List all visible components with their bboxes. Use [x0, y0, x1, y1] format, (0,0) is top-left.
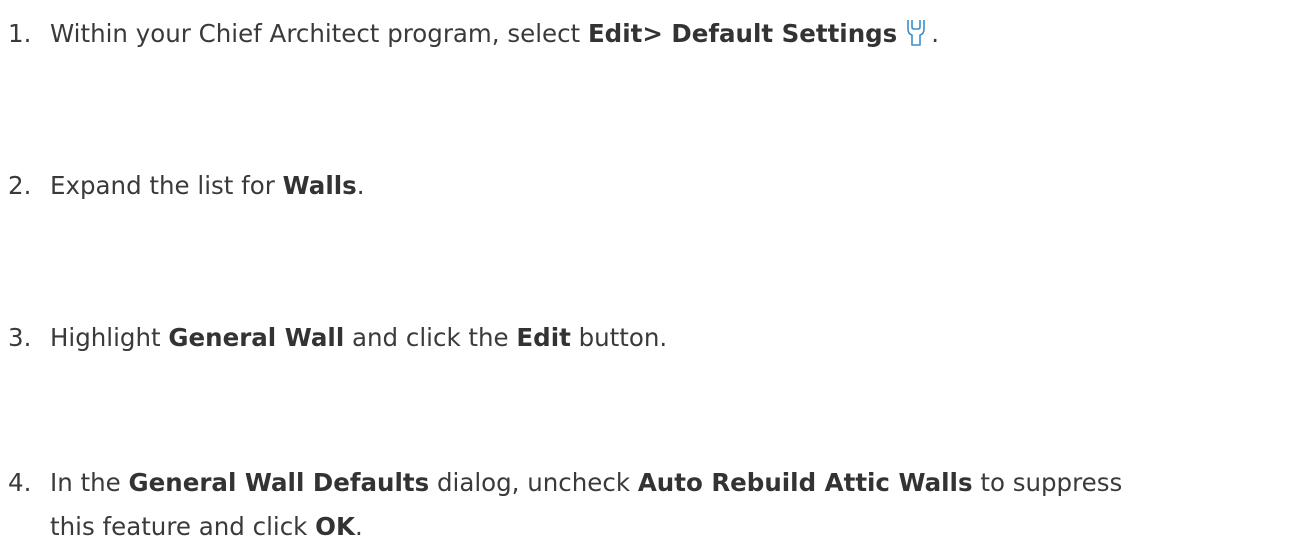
step-number: 4. — [8, 468, 32, 497]
step-text: In the — [50, 468, 129, 497]
step-text-mid: dialog, uncheck — [429, 468, 638, 497]
dialog-name: General Wall Defaults — [128, 468, 430, 497]
step-text-mid: and click the — [344, 323, 517, 352]
step-number: 3. — [8, 323, 32, 352]
menu-path: Edit> Default Settings — [587, 19, 898, 48]
step-4-line-2: this feature and click OK. — [8, 505, 1298, 549]
step-text-end: button. — [570, 323, 668, 352]
step-2: 2. Expand the list for Walls. — [8, 164, 1298, 208]
general-wall-label: General Wall — [168, 323, 345, 352]
step-text-end: . — [356, 171, 365, 200]
step-text-end: . — [931, 19, 940, 48]
step-text: Highlight — [50, 323, 169, 352]
step-text-line2: this feature and click — [50, 512, 316, 541]
step-text: Within your Chief Architect program, sel… — [50, 19, 588, 48]
step-text: Expand the list for — [50, 171, 283, 200]
step-text-mid2: to suppress — [972, 468, 1123, 497]
edit-button-label: Edit — [516, 323, 571, 352]
walls-label: Walls — [282, 171, 357, 200]
step-1: 1. Within your Chief Architect program, s… — [8, 12, 1298, 56]
step-4: 4. In the General Wall Defaults dialog, u… — [8, 461, 1298, 549]
ok-label: OK — [315, 512, 355, 541]
step-number: 1. — [8, 19, 32, 48]
step-text-end: . — [354, 512, 363, 541]
step-3: 3. Highlight General Wall and click the E… — [8, 316, 1298, 360]
wrench-icon — [901, 17, 931, 47]
option-name: Auto Rebuild Attic Walls — [637, 468, 973, 497]
step-number: 2. — [8, 171, 32, 200]
